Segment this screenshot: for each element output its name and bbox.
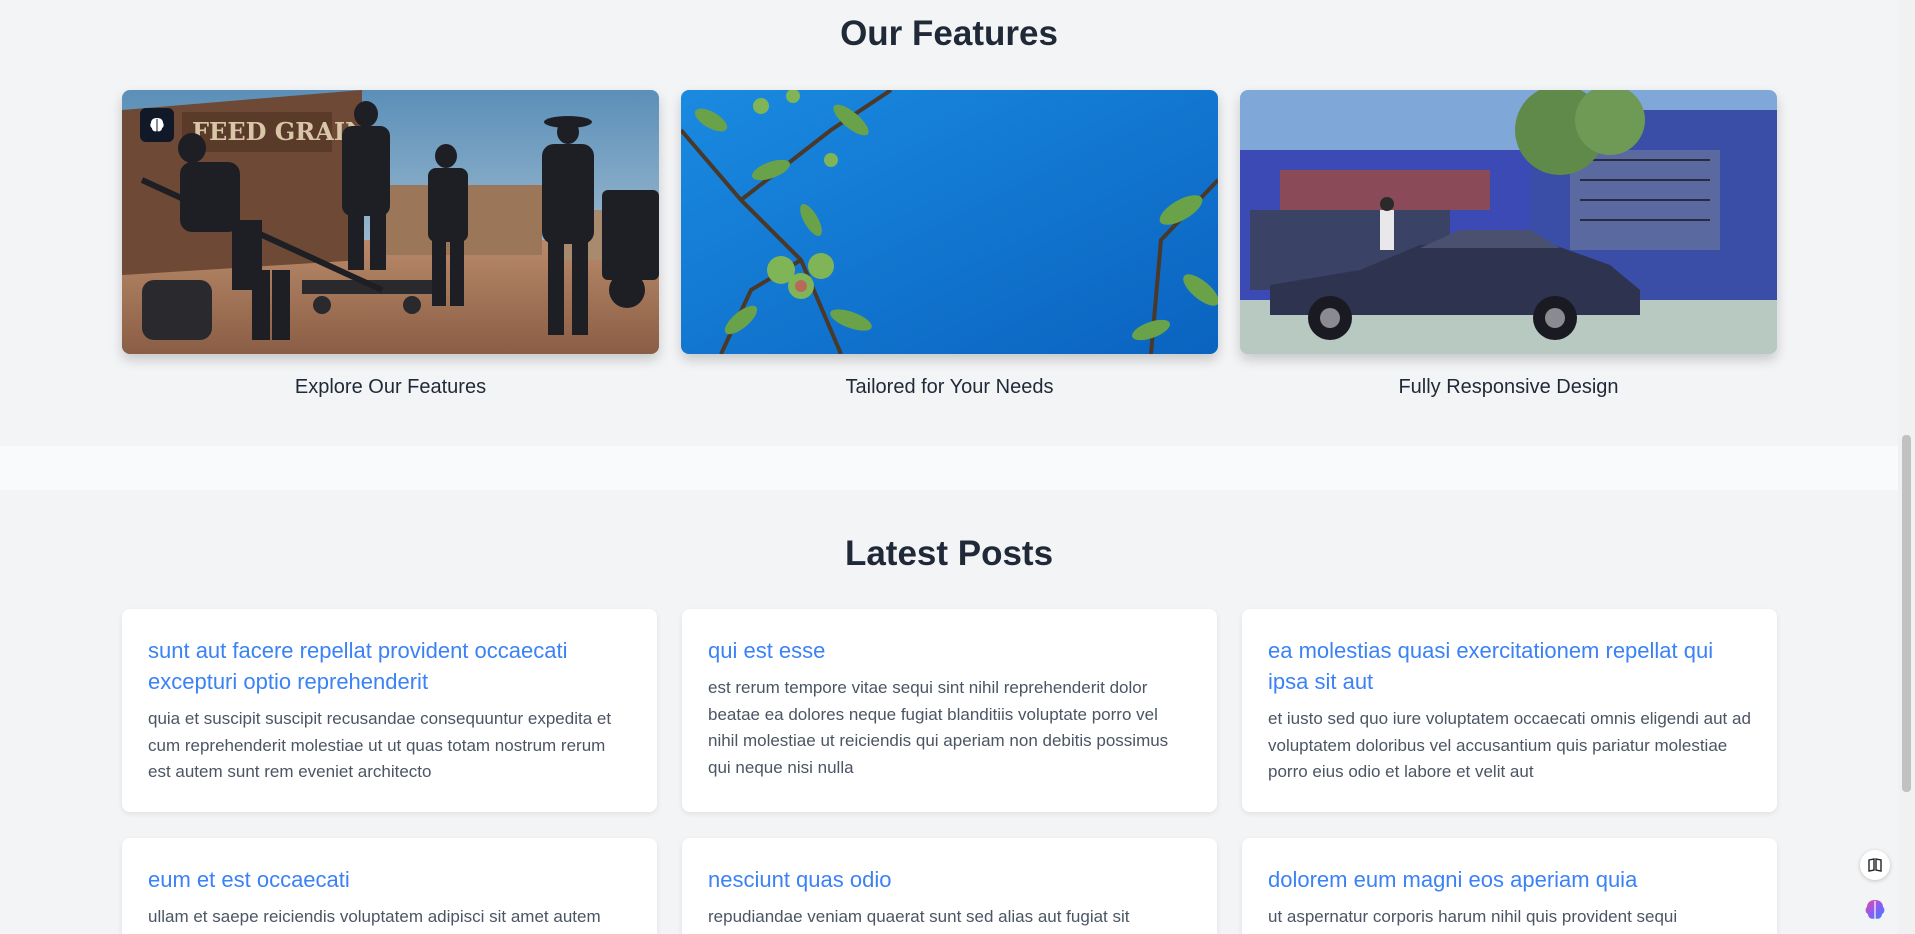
features-heading: Our Features [840, 14, 1058, 53]
feature-image-film-crew: FEED GRAIN [122, 90, 659, 354]
book-icon[interactable] [1860, 850, 1890, 880]
post-card[interactable]: ea molestias quasi exercitationem repell… [1242, 609, 1777, 812]
post-card[interactable]: qui est esse est rerum tempore vitae seq… [682, 609, 1217, 812]
feature-label-responsive: Fully Responsive Design [1398, 376, 1619, 398]
post-body: ullam et saepe reiciendis voluptatem adi… [148, 907, 601, 926]
feature-card-tailored[interactable]: Tailored for Your Needs [681, 90, 1218, 399]
post-body: repudiandae veniam quaerat sunt sed alia… [708, 907, 1130, 926]
feature-card-responsive[interactable]: Fully Responsive Design [1240, 90, 1777, 399]
post-title-link[interactable]: qui est esse [708, 635, 1191, 666]
post-card[interactable]: nesciunt quas odio repudiandae veniam qu… [682, 838, 1217, 934]
feature-label-explore: Explore Our Features [294, 376, 487, 398]
section-divider [0, 446, 1898, 490]
post-title-link[interactable]: eum et est occaecati [148, 864, 631, 895]
brain-gradient-icon[interactable] [1860, 895, 1890, 925]
brain-icon[interactable] [140, 108, 174, 142]
post-card[interactable]: eum et est occaecati ullam et saepe reic… [122, 838, 657, 934]
post-body: quia et suscipit suscipit recusandae con… [148, 709, 612, 781]
post-body: est rerum tempore vitae sequi sint nihil… [708, 678, 1169, 777]
svg-text:FEED GRAIN: FEED GRAIN [192, 117, 367, 146]
latest-posts-heading: Latest Posts [844, 534, 1054, 573]
post-card[interactable]: dolorem eum magni eos aperiam quia ut as… [1242, 838, 1777, 934]
post-title-link[interactable]: sunt aut facere repellat provident occae… [148, 635, 631, 697]
feature-image-fruit-branch [681, 90, 1218, 354]
post-title-link[interactable]: nesciunt quas odio [708, 864, 1191, 895]
post-title-link[interactable]: ea molestias quasi exercitationem repell… [1268, 635, 1751, 697]
features-section: Our Features FEED GRAIN Explore Our Feat… [0, 0, 1898, 446]
feature-image-vintage-car [1240, 90, 1777, 354]
post-body: et iusto sed quo iure voluptatem occaeca… [1268, 709, 1751, 781]
latest-posts-section: Latest Posts sunt aut facere repellat pr… [0, 490, 1898, 934]
post-body: ut aspernatur corporis harum nihil quis … [1268, 907, 1678, 926]
page-scrollbar-thumb[interactable] [1902, 435, 1911, 792]
feature-card-explore[interactable]: FEED GRAIN Explore Our Features [122, 90, 659, 399]
post-title-link[interactable]: dolorem eum magni eos aperiam quia [1268, 864, 1751, 895]
feature-label-tailored: Tailored for Your Needs [845, 376, 1054, 398]
post-card[interactable]: sunt aut facere repellat provident occae… [122, 609, 657, 812]
